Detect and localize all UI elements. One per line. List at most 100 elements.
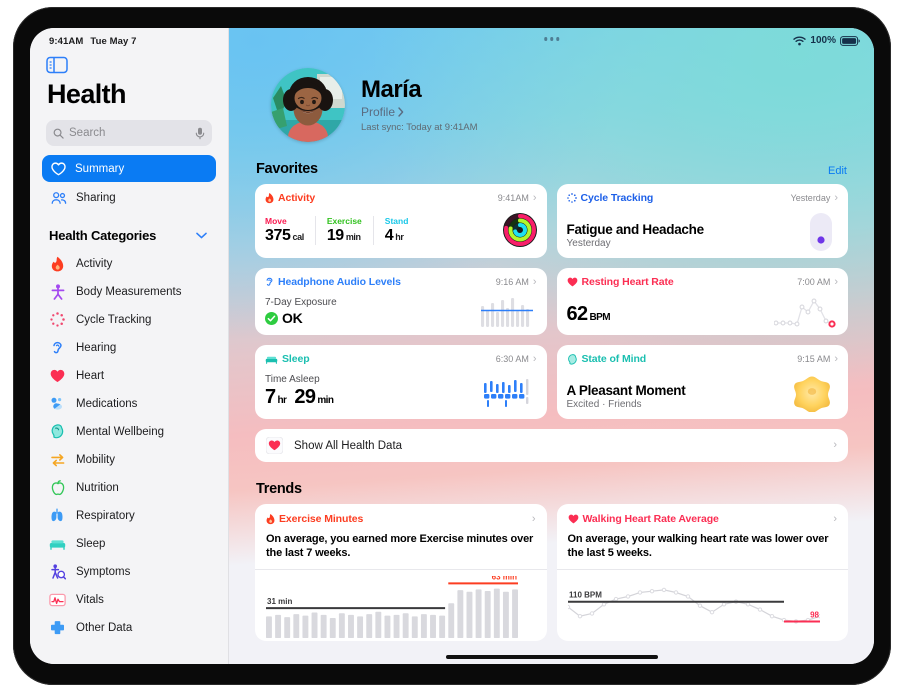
lungs-icon [49, 507, 66, 524]
cycle-summary: Fatigue and Headache Yesterday [566, 222, 705, 249]
favorite-card-resting-heart-rate[interactable]: Resting Heart Rate 7:00 AM › 62 BPM [556, 268, 848, 335]
scroll-area[interactable]: María Profile Last sync: Today at 9:41AM… [229, 28, 874, 664]
sidebar-item-activity[interactable]: Activity [40, 250, 218, 277]
pills-icon [49, 395, 66, 412]
card-timestamp: Yesterday [790, 193, 831, 203]
sidebar-item-respiratory[interactable]: Respiratory [40, 502, 218, 529]
sidebar-item-nutrition[interactable]: Nutrition [40, 474, 218, 501]
sidebar-item-summary[interactable]: Summary [42, 155, 216, 182]
metric-unit: cal [292, 232, 305, 242]
sidebar-item-label: Other Data [76, 621, 133, 634]
people-icon [51, 191, 67, 205]
divider [556, 569, 848, 571]
metric-label: Stand [384, 216, 409, 226]
chevron-right-icon: › [532, 275, 537, 288]
sidebar-item-hearing[interactable]: Hearing [40, 334, 218, 361]
favorite-card-headphone-audio-levels[interactable]: Headphone Audio Levels 9:16 AM › 7-Day E… [255, 268, 547, 335]
activity-metrics: Move 375 cal Exercise 19 min Stand 4 hr [265, 216, 419, 245]
favorite-card-state-of-mind[interactable]: State of Mind 9:15 AM › A Pleasant Momen… [556, 345, 848, 419]
audio-bars [480, 297, 533, 327]
sidebar-item-label: Heart [76, 369, 105, 382]
apple-icon [49, 479, 66, 496]
card-title-label: Cycle Tracking [580, 192, 654, 204]
favorites-heading: Favorites [256, 161, 318, 177]
edit-favorites-button[interactable]: Edit [828, 165, 847, 177]
sidebar-item-cycle-tracking[interactable]: Cycle Tracking [40, 306, 218, 333]
ear-icon [49, 339, 66, 356]
activity-rings [502, 213, 537, 247]
vitals-icon [49, 591, 66, 608]
bed-icon [265, 355, 278, 364]
sidebar-item-mental-wellbeing[interactable]: Mental Wellbeing [40, 418, 218, 445]
cycle-pill [810, 213, 832, 251]
search-input[interactable]: Search [46, 120, 212, 146]
card-title-label: Headphone Audio Levels [278, 276, 401, 288]
profile-link-label: Profile [361, 105, 396, 120]
chevron-down-icon[interactable] [196, 232, 207, 239]
heart-icon [567, 277, 578, 287]
sidebar-toggle-icon[interactable] [46, 56, 68, 74]
sidebar-item-mobility[interactable]: Mobility [40, 446, 218, 473]
sidebar-item-other-data[interactable]: Other Data [40, 614, 218, 641]
favorites-grid: Activity 9:41AM › Move 375 cal Exercise … [255, 184, 848, 419]
svg-text:98: 98 [810, 611, 819, 620]
trend-card-exercise-minutes[interactable]: Exercise Minutes › On average, you earne… [255, 504, 547, 641]
sidebar-item-symptoms[interactable]: Symptoms [40, 558, 218, 585]
trends-heading: Trends [256, 481, 302, 497]
profile-header: María Profile Last sync: Today at 9:41AM [255, 28, 848, 142]
status-time: 9:41AM [49, 36, 84, 47]
card-title-sleep: Sleep [265, 353, 310, 365]
favorite-card-activity[interactable]: Activity 9:41AM › Move 375 cal Exercise … [255, 184, 547, 258]
ear-icon [265, 276, 274, 288]
card-meta-cycle-tracking: Yesterday › [790, 191, 838, 204]
favorite-card-cycle-tracking[interactable]: Cycle Tracking Yesterday › Fatigue and H… [556, 184, 848, 258]
cycle-icon [566, 193, 577, 203]
favorite-card-sleep[interactable]: Sleep 6:30 AM › Time Asleep 7 hr 29 min [255, 345, 547, 419]
microphone-icon[interactable] [195, 127, 205, 140]
card-title-label: Resting Heart Rate [581, 276, 674, 288]
metric-label: Move [265, 216, 287, 226]
card-title-state-of-mind: State of Mind [567, 353, 646, 365]
plus-cross-icon [49, 619, 66, 636]
sidebar-item-heart[interactable]: Heart [40, 362, 218, 389]
bed-icon [49, 535, 66, 552]
sidebar-primary-nav: Summary Sharing [40, 155, 218, 211]
sidebar-item-label: Body Measurements [76, 285, 182, 298]
chevron-right-icon: › [532, 352, 537, 365]
sidebar-item-sharing[interactable]: Sharing [42, 184, 216, 211]
body-icon [49, 283, 66, 300]
sleep-hours: 7 [265, 386, 276, 408]
card-title-cycle-tracking: Cycle Tracking [566, 192, 654, 204]
chevron-right-icon [398, 107, 404, 117]
avatar[interactable] [271, 68, 345, 142]
chevron-right-icon: › [833, 512, 837, 525]
sidebar-item-label: Mobility [76, 453, 115, 466]
sidebar-item-label: Sleep [76, 537, 106, 550]
profile-link[interactable]: Profile [361, 105, 478, 119]
health-categories-header[interactable]: Health Categories [40, 228, 218, 243]
ipad-device-frame: 9:41AM Tue May 7 Health Search Summary S… [13, 7, 891, 685]
show-all-health-data-row[interactable]: Show All Health Data › [255, 429, 848, 462]
exposure-status: OK [282, 310, 303, 326]
sidebar-item-vitals[interactable]: Vitals [40, 586, 218, 613]
card-timestamp: 7:00 AM [797, 277, 831, 287]
sidebar-item-body-measurements[interactable]: Body Measurements [40, 278, 218, 305]
metric-unit: hr [395, 232, 404, 242]
trend-title-walking-heart-rate: Walking Heart Rate Average [568, 513, 719, 525]
chevron-right-icon: › [532, 191, 537, 204]
flame-icon [49, 255, 66, 272]
checkmark-circle-icon [265, 311, 278, 325]
sidebar-item-sleep[interactable]: Sleep [40, 530, 218, 557]
sleep-bars [483, 379, 531, 409]
sidebar-item-medications[interactable]: Medications [40, 390, 218, 417]
show-all-label: Show All Health Data [294, 439, 403, 452]
search-icon [53, 128, 64, 139]
activity-metric-stand: Stand 4 hr [372, 216, 420, 245]
cycle-headline: Fatigue and Headache [566, 222, 705, 237]
search-placeholder: Search [69, 127, 106, 139]
sidebar-item-label: Vitals [76, 593, 104, 606]
heart-outline-icon [51, 161, 66, 176]
trend-card-walking-heart-rate-average[interactable]: Walking Heart Rate Average › On average,… [556, 504, 848, 641]
mobility-icon [49, 451, 66, 468]
chevron-right-icon: › [834, 191, 838, 204]
